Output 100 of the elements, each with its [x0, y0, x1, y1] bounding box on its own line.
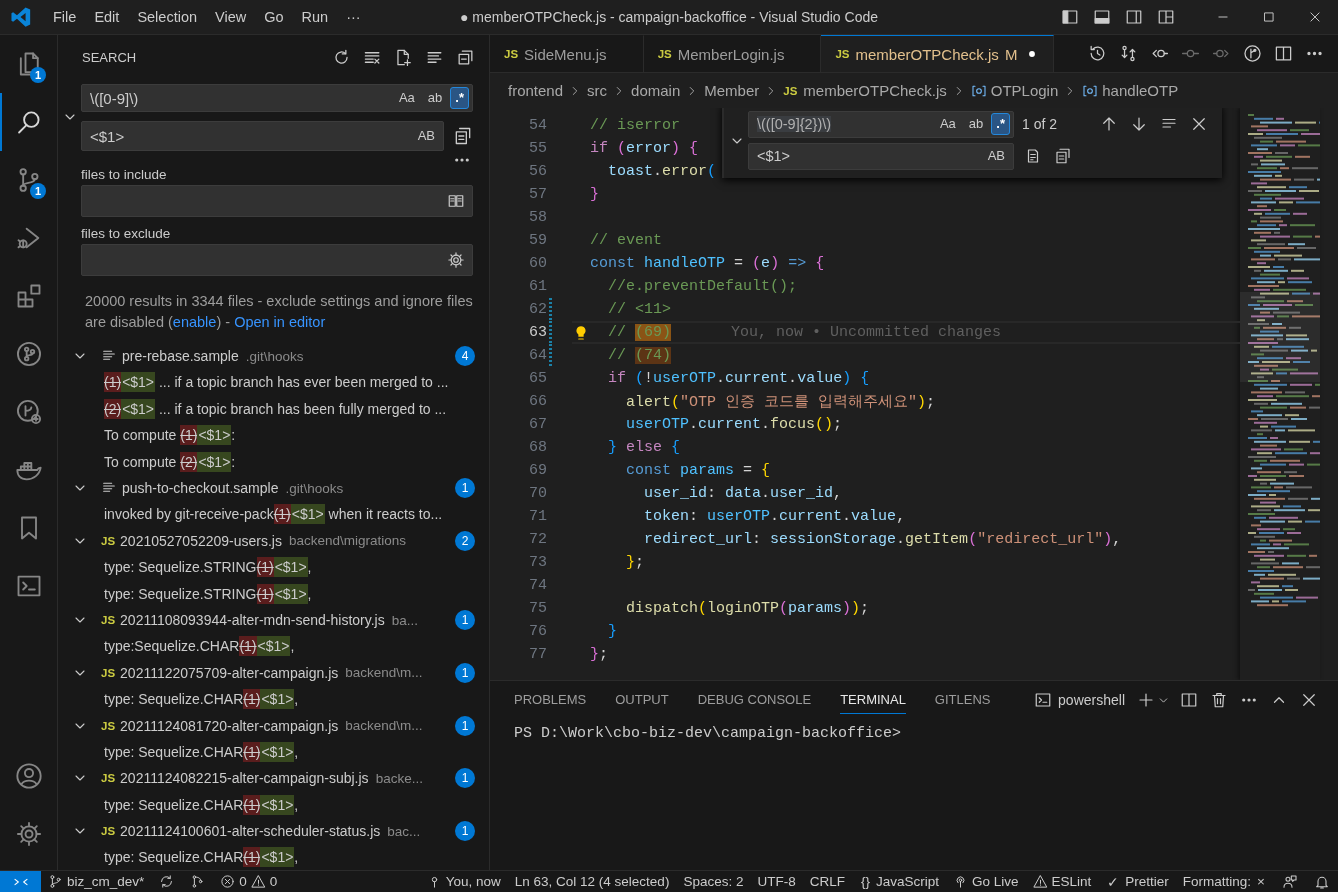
feedback-icon[interactable]	[1282, 873, 1298, 890]
activity-bar-item[interactable]: 1	[0, 151, 57, 209]
breadcrumb-item[interactable]: Member	[704, 82, 760, 99]
terminal-selector[interactable]: powershell	[1034, 691, 1125, 709]
panel-tab[interactable]: GITLENS	[934, 686, 991, 714]
new-file-icon[interactable]	[394, 47, 413, 67]
match-line[interactable]: (2)<$1> ... if a topic branch has been fully merged to ...	[58, 395, 489, 423]
branch-item[interactable]: biz_cm_dev*	[41, 871, 152, 892]
preserve-case-toggle[interactable]: AB	[982, 145, 1010, 167]
compare-changes-icon[interactable]	[1119, 44, 1138, 63]
menu-item[interactable]: View	[206, 9, 256, 25]
editor-tab[interactable]: JS memberOTPCheck.js M	[821, 35, 1055, 72]
file-name[interactable]: push-to-checkout.sample	[122, 480, 279, 497]
menu-item[interactable]: ···	[337, 9, 370, 25]
match-line[interactable]: type: Sequelize.STRING(1)<$1>,	[58, 580, 489, 607]
replace-field[interactable]: <$1> AB	[748, 142, 1014, 170]
match-line[interactable]: type:Sequelize.CHAR(1)<$1>,	[58, 633, 489, 660]
replace-field[interactable]: <$1> AB	[81, 121, 444, 151]
menu-item[interactable]: Run	[292, 9, 338, 25]
activity-bar-item[interactable]: 1	[0, 35, 57, 93]
status-item[interactable]: UTF-8	[750, 871, 803, 892]
status-item[interactable]: Spaces: 2	[676, 871, 751, 892]
status-item[interactable]: ESLint	[1025, 871, 1099, 892]
status-item[interactable]: Formatting: ×	[1175, 871, 1274, 892]
status-item[interactable]: You, now	[419, 871, 508, 892]
editor-tab[interactable]: JS SideMenu.js	[490, 35, 644, 72]
split-editor-icon[interactable]	[1274, 44, 1293, 63]
panel-tab[interactable]: PROBLEMS	[514, 686, 587, 714]
file-name[interactable]: 20211124082215-alter-campaign-subj.js	[120, 770, 369, 787]
close-icon[interactable]	[1308, 10, 1322, 24]
include-field[interactable]	[81, 185, 473, 217]
match-line[interactable]: type: Sequelize.CHAR(1)<$1>,	[58, 791, 489, 819]
menu-item[interactable]: Edit	[85, 9, 129, 25]
history-icon[interactable]	[1088, 44, 1107, 63]
new-terminal-icon[interactable]	[1137, 691, 1155, 709]
match-line[interactable]: type: Sequelize.STRING(1)<$1>,	[58, 554, 489, 581]
status-item[interactable]: CRLF	[802, 871, 852, 892]
match-line[interactable]: type: Sequelize.CHAR(1)<$1>,	[58, 686, 489, 713]
split-terminal-icon[interactable]	[1180, 691, 1198, 709]
match-line[interactable]: (1)<$1> ... if a topic branch has ever been merged to ...	[58, 369, 489, 396]
status-item[interactable]: Go Live	[946, 871, 1026, 892]
whole-word-toggle[interactable]: ab	[422, 87, 448, 109]
match-line[interactable]: type: Sequelize.CHAR(1)<$1>,	[58, 738, 489, 766]
match-case-toggle[interactable]: Aa	[393, 87, 420, 109]
whole-word-toggle[interactable]: ab	[963, 113, 989, 135]
previous-match-icon[interactable]	[1100, 115, 1118, 133]
file-name[interactable]: 20211124081720-alter-campaign.js	[120, 717, 339, 734]
link[interactable]: enable	[172, 314, 217, 330]
problems-item[interactable]: 0 0	[213, 871, 285, 892]
regex-toggle[interactable]: .*	[450, 87, 469, 109]
match-case-toggle[interactable]: Aa	[934, 113, 961, 135]
panel-tab[interactable]: OUTPUT	[615, 686, 669, 714]
panel-tab[interactable]: DEBUG CONSOLE	[697, 686, 812, 714]
match-line[interactable]: To compute (2)<$1>:	[58, 448, 489, 475]
status-item[interactable]: Ln 63, Col 12 (4 selected)	[507, 871, 677, 892]
replace-all-icon[interactable]	[1054, 147, 1072, 165]
git-graph-icon[interactable]	[190, 874, 206, 889]
match-line[interactable]: To compute (1)<$1>:	[58, 422, 489, 449]
breadcrumb-item[interactable]: src	[587, 82, 608, 99]
file-name[interactable]: pre-rebase.sample	[122, 348, 239, 365]
panel-tab[interactable]: TERMINAL	[840, 686, 906, 714]
git-icon[interactable]	[1243, 44, 1262, 63]
file-name[interactable]: 20210527052209-users.js	[120, 532, 282, 549]
menu-item[interactable]: File	[44, 9, 86, 25]
toggle-sidebar-icon[interactable]	[1061, 8, 1079, 26]
refresh-icon[interactable]	[332, 47, 351, 67]
line-number: 54	[528, 116, 547, 136]
exclude-field[interactable]	[81, 244, 473, 276]
customize-layout-icon[interactable]	[1157, 8, 1175, 26]
toggle-secondary-sidebar-icon[interactable]	[1125, 8, 1143, 26]
link[interactable]: Open in editor	[234, 314, 326, 330]
search-field[interactable]: \([0-9]\) Aa ab .*	[81, 84, 473, 112]
maximize-icon[interactable]	[1262, 10, 1276, 24]
open-editors-icon[interactable]	[447, 192, 465, 210]
menu-item[interactable]: Go	[255, 9, 293, 25]
regex-toggle[interactable]: .*	[991, 113, 1010, 135]
close-icon[interactable]	[1190, 115, 1208, 133]
close-icon[interactable]	[1300, 691, 1318, 709]
status-item[interactable]: ✓ Prettier	[1098, 871, 1176, 892]
trash-icon[interactable]	[1210, 691, 1228, 709]
file-name[interactable]: 20211124100601-alter-scheduler-status.js	[120, 823, 381, 840]
breadcrumb-item[interactable]: JS memberOTPCheck.js	[783, 82, 947, 99]
menu-item[interactable]: Selection	[128, 9, 207, 25]
file-name[interactable]: 20211108093944-alter-mdn-send-history.js	[120, 612, 385, 629]
match-line[interactable]: type: Sequelize.CHAR(1)<$1>,	[58, 844, 489, 870]
next-match-icon[interactable]	[1130, 115, 1148, 133]
settings-icon[interactable]	[447, 251, 465, 269]
toggle-panel-icon[interactable]	[1093, 8, 1111, 26]
sync-icon[interactable]	[159, 874, 175, 889]
breadcrumb-item[interactable]: OTPLogin	[970, 82, 1059, 99]
status-item[interactable]: {} JavaScript	[851, 871, 946, 892]
breadcrumb-item[interactable]: handleOTP	[1082, 82, 1179, 99]
find-field[interactable]: \(([0-9]{2})\) Aa ab .*	[748, 110, 1014, 138]
breadcrumb-item[interactable]: frontend	[508, 82, 564, 99]
js-file-icon: JS	[101, 772, 116, 785]
replace-all-icon[interactable]	[453, 126, 473, 146]
breadcrumb-item[interactable]: domain	[631, 82, 681, 99]
file-name[interactable]: 20211122075709-alter-campaign.js	[120, 664, 339, 681]
preserve-case-toggle[interactable]: AB	[412, 125, 440, 147]
match-line[interactable]: invoked by git-receive-pack(1)<$1> when it reacts to...	[58, 501, 489, 528]
